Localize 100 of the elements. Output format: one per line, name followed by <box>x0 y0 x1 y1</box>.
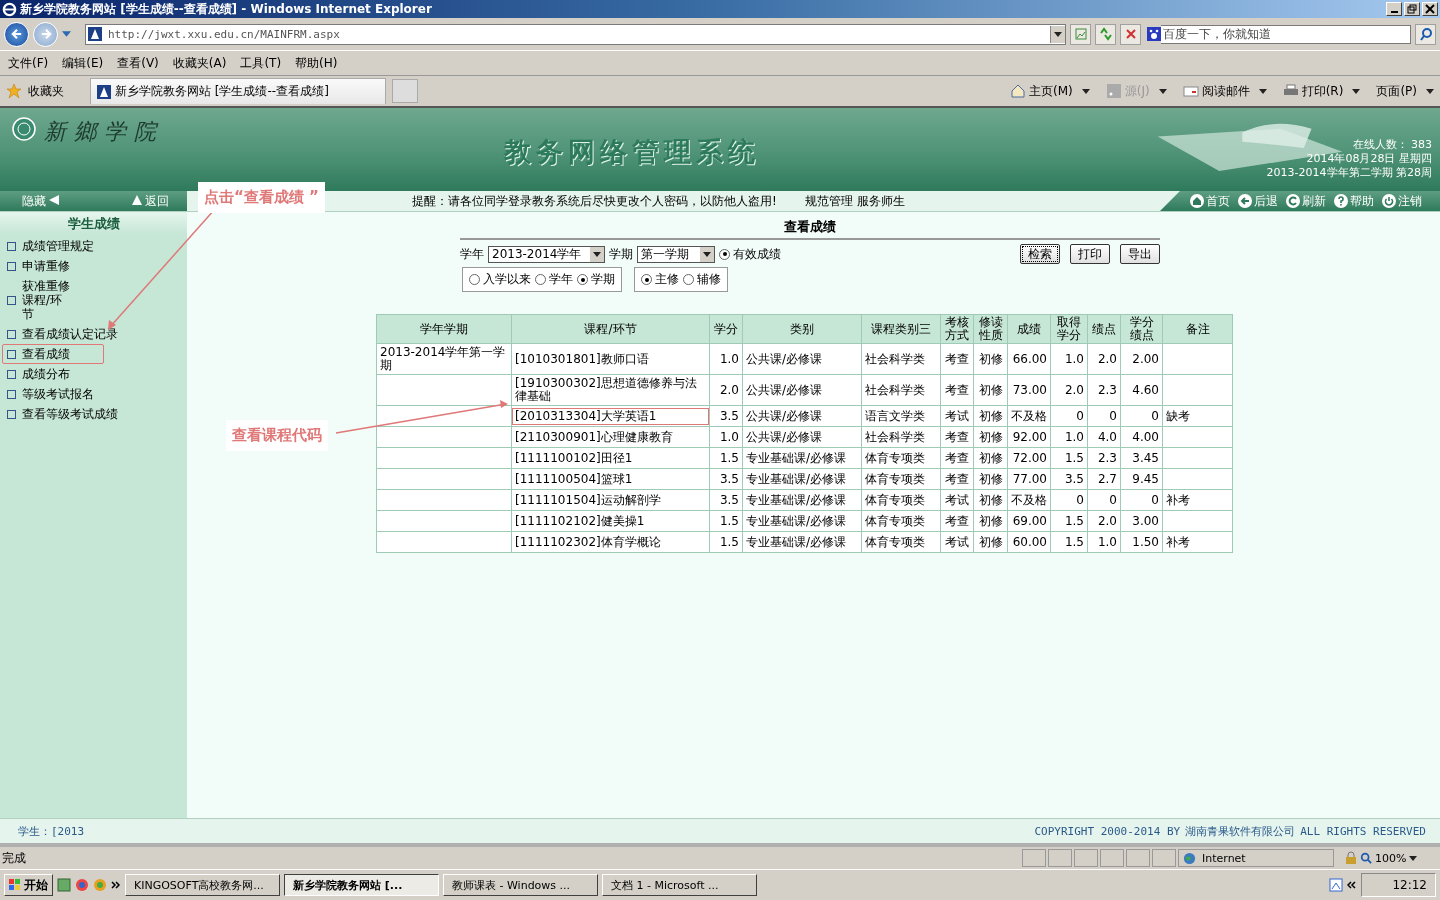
hide-sidebar-button[interactable]: 隐藏 <box>22 192 62 210</box>
back-button[interactable] <box>4 21 29 47</box>
caret-icon[interactable] <box>62 31 71 37</box>
stop-button[interactable] <box>1120 23 1141 45</box>
table-cell-text: 69.00 <box>1011 512 1048 530</box>
table-cell-text: 考查 <box>944 512 970 530</box>
compatibility-button[interactable] <box>1070 23 1091 45</box>
sidebar-item[interactable]: 成绩管理规定 <box>2 236 99 256</box>
sidebar-item[interactable]: 成绩分布 <box>2 364 75 384</box>
table-cell-text: 初修 <box>977 512 1004 530</box>
caret-icon <box>703 251 711 257</box>
start-button[interactable]: 开始 <box>4 874 53 896</box>
command-button[interactable]: 页面(P) <box>1376 82 1434 100</box>
table-cell-text: 考试 <box>944 407 970 425</box>
table-cell-text: 1.0 <box>718 350 740 368</box>
refresh-button[interactable] <box>1095 23 1116 45</box>
term-label: 学期 <box>609 245 633 263</box>
paw-icon[interactable] <box>1147 27 1161 41</box>
magnifier-icon <box>1360 852 1372 864</box>
table-cell-text: 3.5 <box>1063 470 1085 488</box>
table-cell-text: 3.5 <box>718 407 740 425</box>
address-field[interactable]: http://jwxt.xxu.edu.cn/MAINFRM.aspx <box>85 23 1066 45</box>
triangle-left-icon <box>49 194 59 205</box>
search-button[interactable] <box>1415 23 1436 45</box>
table-cell-text: 考试 <box>944 533 970 551</box>
return-button[interactable]: 返回 <box>129 192 169 210</box>
form-button[interactable]: 检索 <box>1020 244 1060 264</box>
table-cell-text: 3.45 <box>1131 449 1160 467</box>
scope-radio[interactable]: 入学以来 <box>469 271 531 288</box>
table-cell-text: 体育专项类 <box>864 470 926 488</box>
browser-tab[interactable]: 新乡学院教务网站 [学生成绩--查看成绩] <box>90 78 386 104</box>
minimize-button[interactable] <box>1386 2 1402 16</box>
taskbar-button[interactable]: 教师课表 - Windows ... <box>443 874 598 896</box>
menu-item[interactable]: 工具(T) <box>240 54 282 72</box>
year-select[interactable]: 2013-2014学年 <box>488 245 605 263</box>
major-radio[interactable]: 主修 <box>641 271 679 288</box>
table-cell-text: 4.00 <box>1131 428 1160 446</box>
menu-item[interactable]: 收藏夹(A) <box>172 54 227 72</box>
zoom-button[interactable]: 100% <box>1360 851 1440 865</box>
menu-item[interactable]: 文件(F) <box>8 54 49 72</box>
sidebar-item[interactable]: 查看等级考试成绩 <box>2 404 123 424</box>
dropdown-button[interactable] <box>1050 25 1065 43</box>
favorites-button[interactable]: 收藏夹 <box>28 82 64 100</box>
network-icon[interactable] <box>1329 878 1344 892</box>
table-cell-text: 77.00 <box>1011 470 1048 488</box>
status-pane <box>1048 849 1072 867</box>
term-select[interactable]: 第一学期 <box>637 245 715 263</box>
nav-link[interactable]: 首页 <box>1190 192 1230 210</box>
column-header: 课程类别三 <box>871 322 931 336</box>
close-button[interactable] <box>1422 2 1438 16</box>
table-cell-text: 考查 <box>944 381 970 399</box>
table-cell-text: 2.3 <box>1096 381 1118 399</box>
scope-radio[interactable]: 学年 <box>535 271 573 288</box>
sidebar-item[interactable]: 获准重修课程/环节 <box>2 276 77 324</box>
valid-scores-radio[interactable]: 有效成绩 <box>719 245 781 263</box>
taskbar-button[interactable]: KINGOSOFT高校教务网... <box>125 874 280 896</box>
table-cell-text: 1.5 <box>718 449 740 467</box>
scope-radio[interactable]: 学期 <box>577 271 615 288</box>
search-field[interactable]: 百度一下，你就知道 <box>1161 24 1411 44</box>
nav-link[interactable]: 刷新 <box>1286 192 1326 210</box>
company-link[interactable]: 湖南青果软件有限公司 <box>1185 823 1296 839</box>
table-cell-text: 初修 <box>977 449 1004 467</box>
status-pane <box>1100 849 1124 867</box>
status-pane <box>1074 849 1098 867</box>
command-button[interactable]: 主页(M) <box>1010 82 1090 100</box>
table-cell-text: 66.00 <box>1011 350 1048 368</box>
nav-link[interactable]: 后退 <box>1238 192 1278 210</box>
taskbar-button[interactable]: 文档 1 - Microsoft ... <box>602 874 757 896</box>
sidebar-item[interactable]: 等级考试报名 <box>2 384 99 404</box>
status-pane <box>1126 849 1150 867</box>
command-button[interactable]: 阅读邮件 <box>1182 82 1267 100</box>
sidebar-item[interactable]: 申请重修 <box>2 256 75 276</box>
form-button[interactable]: 打印 <box>1070 244 1110 264</box>
sidebar-item[interactable]: 查看成绩 <box>2 344 104 364</box>
table-cell-text: 4.60 <box>1131 381 1160 399</box>
feed-icon <box>1105 83 1122 99</box>
table-cell-text: [1111100102]田径1 <box>514 449 634 467</box>
caret-icon <box>593 251 601 257</box>
lock-icon[interactable] <box>1344 851 1358 865</box>
nav-link[interactable]: 注销 <box>1382 192 1422 210</box>
major-radio[interactable]: 辅修 <box>683 271 721 288</box>
table-cell-text: 1.5 <box>718 512 740 530</box>
table-cell-text: 92.00 <box>1011 428 1048 446</box>
table-cell-text: 不及格 <box>1010 407 1048 425</box>
search-icon <box>1418 27 1433 41</box>
taskbar-button[interactable]: 新乡学院教务网站 [... <box>284 874 439 896</box>
column-header: 学分 <box>714 322 738 336</box>
star-icon[interactable] <box>6 83 22 99</box>
browser-icon[interactable] <box>75 878 89 892</box>
browser-icon <box>2 1 17 17</box>
menu-item[interactable]: 编辑(E) <box>62 54 104 72</box>
menu-item[interactable]: 帮助(H) <box>295 54 338 72</box>
table-cell-text: [1111102302]体育学概论 <box>514 533 662 551</box>
chevron-right-icon[interactable] <box>111 880 121 890</box>
menu-item[interactable]: 查看(V) <box>117 54 159 72</box>
restore-button[interactable] <box>1404 2 1420 16</box>
chevron-left-icon[interactable] <box>1347 880 1358 890</box>
command-button[interactable]: 打印(R) <box>1282 82 1361 100</box>
nav-link[interactable]: 帮助 <box>1334 192 1374 210</box>
form-button[interactable]: 导出 <box>1120 244 1160 264</box>
